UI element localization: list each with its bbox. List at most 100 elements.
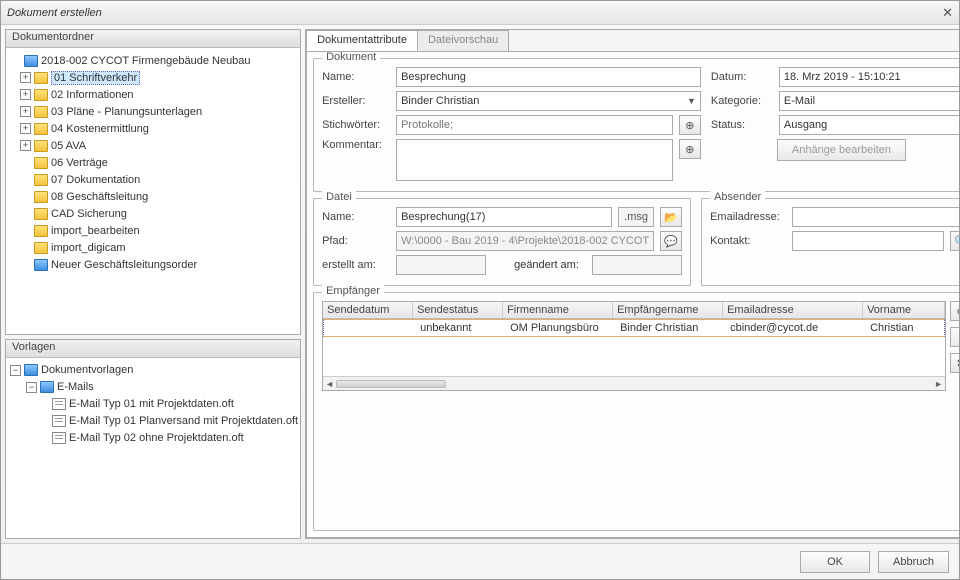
table-header: Sendedatum Sendestatus Firmenname Empfän… bbox=[323, 302, 945, 319]
folder-icon bbox=[34, 123, 48, 135]
stichwoerter-input[interactable] bbox=[396, 115, 673, 135]
recipients-table[interactable]: Sendedatum Sendestatus Firmenname Empfän… bbox=[322, 301, 946, 391]
tab-attributes[interactable]: Dokumentattribute bbox=[306, 30, 418, 51]
chevron-down-icon: ▼ bbox=[958, 72, 959, 82]
expand-icon[interactable]: + bbox=[20, 72, 31, 83]
remove-recipient-button[interactable]: ✖ bbox=[950, 353, 959, 373]
folder-icon bbox=[40, 381, 54, 393]
col-emailadresse[interactable]: Emailadresse bbox=[723, 302, 863, 318]
folder-icon bbox=[34, 242, 48, 254]
tree-item[interactable]: +05 AVA bbox=[8, 137, 298, 154]
folder-icon bbox=[24, 364, 38, 376]
folder-icon bbox=[34, 140, 48, 152]
folders-panel: Dokumentordner 2018-002 CYCOT Firmengebä… bbox=[5, 29, 301, 335]
group-legend: Dokument bbox=[322, 52, 380, 63]
tree-item[interactable]: Neuer Geschäftsleitungsorder bbox=[8, 256, 298, 273]
search-contact-button[interactable]: 🔍 bbox=[950, 231, 959, 251]
datum-combo[interactable]: 18. Mrz 2019 - 15:10:21▼ bbox=[779, 67, 959, 87]
tree-item[interactable]: +01 Schriftverkehr bbox=[8, 69, 298, 86]
sender-email-input[interactable] bbox=[792, 207, 959, 227]
info-recipient-button[interactable]: i bbox=[950, 327, 959, 347]
group-datei: Datei Name:📂 Pfad:💬 erstellt am:geändert… bbox=[313, 198, 691, 286]
col-sendestatus[interactable]: Sendestatus bbox=[413, 302, 503, 318]
label-datum: Datum: bbox=[711, 71, 773, 83]
open-path-button[interactable]: 💬 bbox=[660, 231, 682, 251]
label-pfad: Pfad: bbox=[322, 235, 390, 247]
table-row[interactable]: unbekannt OM Planungsbüro Binder Christi… bbox=[323, 319, 945, 337]
tree-item[interactable]: import_digicam bbox=[8, 239, 298, 256]
label-file-name: Name: bbox=[322, 211, 390, 223]
sender-kontakt-input[interactable] bbox=[792, 231, 944, 251]
templates-tree[interactable]: −Dokumentvorlagen −E-Mails E-Mail Typ 01… bbox=[6, 358, 300, 538]
col-sendedatum[interactable]: Sendedatum bbox=[323, 302, 413, 318]
scroll-thumb[interactable] bbox=[336, 380, 446, 388]
expand-comment-button[interactable]: ⊕ bbox=[679, 139, 701, 159]
col-empfaengername[interactable]: Empfängername bbox=[613, 302, 723, 318]
folder-icon bbox=[34, 225, 48, 237]
tree-root[interactable]: 2018-002 CYCOT Firmengebäude Neubau bbox=[8, 52, 298, 69]
col-vorname[interactable]: Vorname bbox=[863, 302, 945, 318]
name-input[interactable] bbox=[396, 67, 701, 87]
folder-icon bbox=[34, 89, 48, 101]
close-icon[interactable]: ✕ bbox=[942, 5, 953, 21]
add-keyword-button[interactable]: ⊕ bbox=[679, 115, 701, 135]
templates-panel: Vorlagen −Dokumentvorlagen −E-Mails E-Ma… bbox=[5, 339, 301, 539]
tree-item[interactable]: 08 Geschäftsleitung bbox=[8, 188, 298, 205]
folder-icon bbox=[34, 208, 48, 220]
tree-item[interactable]: E-Mail Typ 02 ohne Projektdaten.oft bbox=[8, 430, 298, 447]
folder-icon bbox=[34, 191, 48, 203]
tab-preview[interactable]: Dateivorschau bbox=[417, 30, 509, 51]
pfad-input bbox=[396, 231, 654, 251]
collapse-icon[interactable]: − bbox=[26, 382, 37, 393]
file-name-input[interactable] bbox=[396, 207, 612, 227]
label-email: Emailadresse: bbox=[710, 211, 786, 223]
add-recipient-button[interactable]: ⊕ bbox=[950, 301, 959, 321]
tree-item[interactable]: import_bearbeiten bbox=[8, 222, 298, 239]
tree-group[interactable]: −E-Mails bbox=[8, 379, 298, 396]
tree-item[interactable]: 07 Dokumentation bbox=[8, 171, 298, 188]
kategorie-combo[interactable]: E-Mail▼ bbox=[779, 91, 959, 111]
tabs: Dokumentattribute Dateivorschau bbox=[306, 30, 959, 52]
label-kommentar: Kommentar: bbox=[322, 139, 390, 151]
tree-item[interactable]: E-Mail Typ 01 mit Projektdaten.oft bbox=[8, 396, 298, 413]
group-legend: Absender bbox=[710, 191, 765, 203]
folder-icon bbox=[34, 72, 48, 84]
group-legend: Datei bbox=[322, 191, 356, 203]
label-kategorie: Kategorie: bbox=[711, 95, 773, 107]
browse-file-button[interactable]: 📂 bbox=[660, 207, 682, 227]
tree-item[interactable]: 06 Verträge bbox=[8, 154, 298, 171]
collapse-icon[interactable]: − bbox=[10, 365, 21, 376]
tree-root[interactable]: −Dokumentvorlagen bbox=[8, 362, 298, 379]
file-ext bbox=[618, 207, 654, 227]
cancel-button[interactable]: Abbruch bbox=[878, 551, 949, 573]
tree-item[interactable]: +03 Pläne - Planungsunterlagen bbox=[8, 103, 298, 120]
expand-icon[interactable]: + bbox=[20, 106, 31, 117]
attachments-button[interactable]: Anhänge bearbeiten bbox=[777, 139, 906, 161]
tree-item[interactable]: CAD Sicherung bbox=[8, 205, 298, 222]
tree-item[interactable]: E-Mail Typ 01 Planversand mit Projektdat… bbox=[8, 413, 298, 430]
expand-icon[interactable]: + bbox=[20, 89, 31, 100]
label-status: Status: bbox=[711, 119, 773, 131]
ersteller-combo[interactable]: Binder Christian▼ bbox=[396, 91, 701, 111]
expand-icon[interactable]: + bbox=[20, 140, 31, 151]
tree-item[interactable]: +02 Informationen bbox=[8, 86, 298, 103]
ok-button[interactable]: OK bbox=[800, 551, 870, 573]
tree-item[interactable]: +04 Kostenermittlung bbox=[8, 120, 298, 137]
label-erstellt: erstellt am: bbox=[322, 259, 390, 271]
folder-icon bbox=[34, 106, 48, 118]
scroll-left-icon[interactable]: ◄ bbox=[325, 379, 334, 389]
group-absender: Absender Emailadresse: Kontakt:🔍 bbox=[701, 198, 959, 286]
status-combo[interactable]: Ausgang▼ bbox=[779, 115, 959, 135]
title-bar: Dokument erstellen ✕ bbox=[1, 1, 959, 25]
h-scrollbar[interactable]: ◄► bbox=[323, 376, 945, 390]
kommentar-textarea[interactable] bbox=[396, 139, 673, 181]
expand-icon[interactable]: + bbox=[20, 123, 31, 134]
group-dokument: Dokument Name: Ersteller:Binder Christia… bbox=[313, 58, 959, 192]
folders-tree[interactable]: 2018-002 CYCOT Firmengebäude Neubau +01 … bbox=[6, 48, 300, 334]
col-firmenname[interactable]: Firmenname bbox=[503, 302, 613, 318]
folder-icon bbox=[34, 157, 48, 169]
label-geaendert: geändert am: bbox=[514, 259, 586, 271]
label-kontakt: Kontakt: bbox=[710, 235, 786, 247]
folder-icon bbox=[24, 55, 38, 67]
scroll-right-icon[interactable]: ► bbox=[934, 379, 943, 389]
